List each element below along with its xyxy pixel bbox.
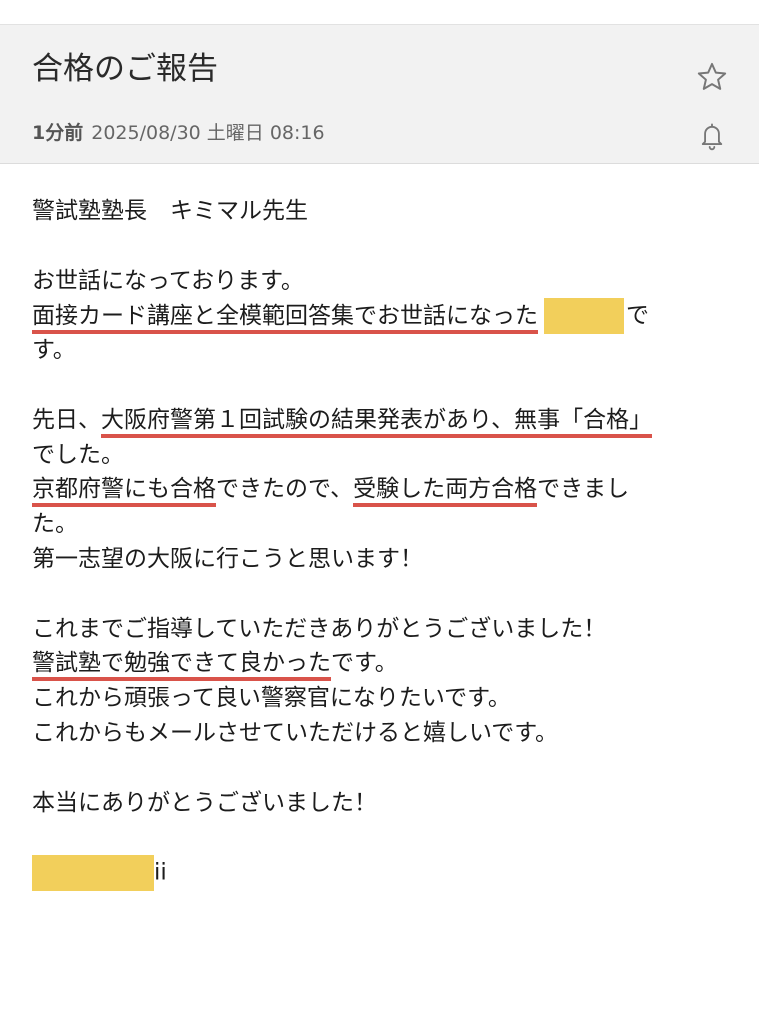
- email-meta: 1分前 2025/08/30 土曜日 08:16: [32, 119, 325, 147]
- body-line: 面接カード講座と全模範回答集でお世話になった で: [32, 298, 732, 335]
- email-subject: 合格のご報告: [32, 51, 218, 87]
- body-line: 第一志望の大阪に行こうと思います！: [32, 545, 423, 572]
- underlined-text: 京都府警にも合格: [32, 476, 216, 508]
- body-line: 京都府警にも合格できたので、受験した両方合格できまし: [32, 472, 732, 508]
- underlined-text: 大阪府警第１回試験の結果発表があり、無事「合格」: [101, 406, 653, 438]
- body-line: た。: [32, 511, 78, 538]
- line-text: です。: [331, 650, 398, 677]
- line-text: できまし: [537, 476, 630, 503]
- email-body: 警試塾塾長 キミマル先生 お世話になっております。 面接カード講座と全模範回答集…: [32, 194, 732, 892]
- body-line: これからもメールさせていただけると嬉しいです。: [32, 719, 559, 746]
- body-line: す。: [32, 337, 76, 364]
- star-icon[interactable]: [692, 57, 732, 97]
- time-ago: 1分前: [32, 122, 84, 144]
- line-text: できたので、: [216, 476, 354, 503]
- greeting-line: お世話になっております。: [32, 267, 304, 294]
- line-text: で: [626, 302, 649, 329]
- underlined-text: 警試塾で勉強できて良かった: [32, 650, 331, 682]
- signature: ii: [32, 855, 732, 892]
- underlined-text: 受験した両方合格: [353, 476, 538, 508]
- salutation: 警試塾塾長 キミマル先生: [32, 198, 308, 224]
- redacted-signature: [32, 855, 154, 892]
- email-datetime: 2025/08/30 土曜日 08:16: [91, 122, 325, 144]
- underlined-text: 面接カード講座と全模範回答集でお世話になった: [32, 302, 538, 334]
- body-line: でした。: [32, 441, 124, 468]
- body-line: これまでご指導していただきありがとうございました！: [32, 615, 607, 642]
- body-line: 警試塾で勉強できて良かったです。: [32, 646, 732, 682]
- signature-tail: ii: [154, 859, 167, 886]
- body-line: 先日、大阪府警第１回試験の結果発表があり、無事「合格」: [32, 403, 732, 438]
- redacted-name: [544, 298, 624, 335]
- top-strip: [0, 0, 759, 24]
- body-line: これから頑張って良い警察官になりたいです。: [32, 685, 511, 712]
- line-text: 先日、: [32, 406, 101, 433]
- bell-icon[interactable]: [694, 118, 730, 154]
- closing-line: 本当にありがとうございました！: [32, 789, 377, 816]
- email-header: 合格のご報告 1分前 2025/08/30 土曜日 08:16: [0, 24, 759, 164]
